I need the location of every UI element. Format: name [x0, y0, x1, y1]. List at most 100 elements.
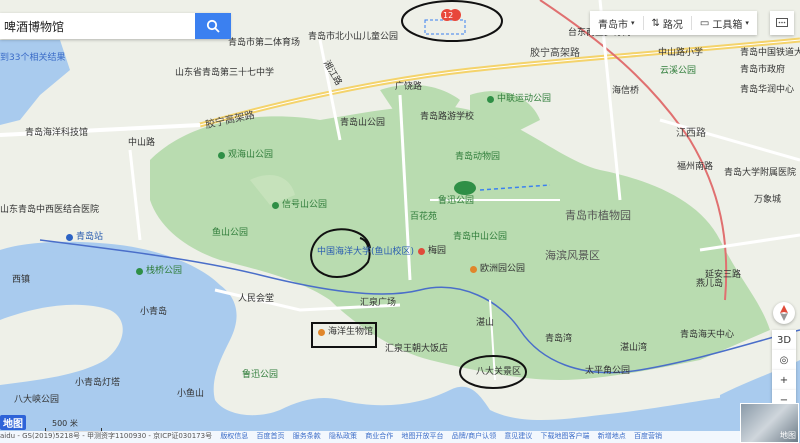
poi-baihua-garden[interactable]: 百花苑 [410, 212, 437, 223]
road-yanan-3: 延安三路 [705, 270, 742, 280]
place-qingdao-bay: 青岛湾 [545, 334, 573, 344]
poi-zoo[interactable]: 青岛动物园 [455, 152, 500, 163]
city-label: 青岛市 [598, 19, 628, 31]
poi-qingdao-park[interactable]: 青岛山公园 [340, 118, 385, 129]
map-type-label: 地图 [780, 431, 796, 440]
poi-taiping-park[interactable]: 太平角公园 [585, 366, 630, 377]
zoom-in-button[interactable]: + [772, 370, 796, 390]
footer-link-brand[interactable]: 品牌/商户认领 [452, 432, 496, 440]
copyright-text: aidu - GS(2019)5218号 - 甲测资字1100930 - 京IC… [0, 432, 213, 440]
baidu-map-logo[interactable]: 地图 [0, 415, 26, 430]
poi-oujia-park[interactable]: 欧洲园公园 [480, 264, 525, 275]
poi-qingdao-station[interactable]: 青岛站 [76, 232, 103, 243]
traffic-icon: ⇅ [651, 17, 660, 29]
search-input[interactable] [0, 18, 212, 34]
poi-badayu-park[interactable]: 八大峡公园 [14, 395, 59, 406]
poi-botanical-garden[interactable]: 青岛市植物园 [565, 210, 631, 221]
poi-plum-garden[interactable]: 梅园 [428, 246, 446, 257]
place-zhanshan-bay: 湛山湾 [620, 343, 648, 353]
tools-label: 工具箱 [712, 19, 743, 31]
footer-link-terms[interactable]: 服务条款 [293, 432, 321, 440]
poi-school-2[interactable]: 青岛市第二体育场 [228, 38, 300, 49]
poi-school-37[interactable]: 山东省青岛第三十七中学 [175, 68, 274, 79]
compass-icon [780, 305, 788, 321]
poi-pin-zhanqiao[interactable] [136, 268, 143, 275]
footer-link-home[interactable]: 百度首页 [257, 432, 285, 440]
city-selector[interactable]: 青岛市 ▾ [590, 11, 643, 35]
poi-huiquan-hotel[interactable]: 汇泉王朝大饭店 [385, 344, 448, 355]
poi-pin-oujia[interactable] [470, 266, 477, 273]
poi-zhanqiao-park[interactable]: 栈桥公园 [146, 266, 182, 277]
footer-link-open-platform[interactable]: 地图开放平台 [401, 432, 443, 440]
poi-shandong-school[interactable]: 山东青岛中西医结合医院 [0, 205, 99, 216]
chevron-down-icon: ▾ [631, 19, 635, 27]
locate-button[interactable]: ◎ [772, 350, 796, 370]
poi-xiaoyushan[interactable]: 小鱼山 [177, 389, 204, 400]
place-xiao-qingdao: 小青岛 [140, 307, 168, 317]
poi-right-park[interactable]: 青岛华润中心 [740, 85, 794, 96]
poi-zhongshan-park[interactable]: 青岛中山公园 [453, 232, 507, 243]
poi-pin-guanhai[interactable] [218, 152, 225, 159]
poi-pin-station[interactable] [66, 234, 73, 241]
poi-zhongshan-school[interactable]: 中山路小学 [658, 48, 703, 59]
footer-link-privacy[interactable]: 隐私政策 [329, 432, 357, 440]
poi-pin-plum[interactable] [418, 248, 425, 255]
traffic-button[interactable]: ⇅ 路况 [644, 11, 691, 35]
poi-shinan-hall[interactable]: 青岛市政府 [740, 65, 785, 76]
poi-xinhao-park[interactable]: 信号山公园 [282, 200, 327, 211]
message-icon [776, 17, 788, 27]
place-xiyuan: 西镇 [12, 275, 31, 285]
road-jiaoning-right: 胶宁高架路 [530, 48, 580, 59]
message-button[interactable] [770, 11, 794, 35]
view-3d-button[interactable]: 3D [772, 330, 796, 350]
poi-yushan-park[interactable]: 鱼山公园 [212, 228, 248, 239]
search-result-marker[interactable]: 12 [443, 10, 453, 21]
footer-link-download[interactable]: 下载地图客户端 [541, 432, 590, 440]
poi-badaguan[interactable]: 八大关景区 [476, 367, 521, 378]
poi-guanhai-park[interactable]: 观海山公园 [228, 150, 273, 161]
footer-link-feedback[interactable]: 意见建议 [504, 432, 532, 440]
search-button[interactable] [195, 13, 231, 39]
place-bay-label: 小青岛灯塔 [75, 378, 121, 388]
poi-luxun-park[interactable]: 鲁迅公园 [242, 370, 278, 381]
footer-link-marketing[interactable]: 百度营销 [634, 432, 662, 440]
poi-peoples-hall[interactable]: 人民会堂 [238, 294, 274, 305]
plus-icon: + [779, 374, 789, 386]
road-fuzhou: 福州南路 [677, 162, 714, 172]
poi-haibin-scenic[interactable]: 海滨风景区 [545, 250, 600, 261]
poi-pin-xinhao[interactable] [272, 202, 279, 209]
tools-button[interactable]: ▭ 工具箱 ▾ [692, 11, 757, 35]
search-icon [206, 19, 220, 33]
footer-link-business[interactable]: 商业合作 [365, 432, 393, 440]
footer-bar: aidu - GS(2019)5218号 - 甲测资字1100930 - 京IC… [0, 431, 740, 443]
poi-ocean-university[interactable]: 中国海洋大学(鱼山校区) [317, 247, 414, 258]
poi-hotel[interactable]: 青岛中国铁道大厦 [740, 48, 800, 59]
road-zhongshan: 中山路 [128, 138, 156, 148]
result-count-link[interactable]: 到33个相关结果 [0, 50, 65, 63]
poi-qingdao-school[interactable]: 青岛路游学校 [420, 112, 474, 123]
poi-huiquan-square[interactable]: 汇泉广场 [360, 298, 396, 309]
traffic-label: 路况 [662, 19, 683, 31]
map-toolbar: 青岛市 ▾ ⇅ 路况 ▭ 工具箱 ▾ [590, 11, 757, 35]
poi-right-tax[interactable]: 万象城 [754, 195, 781, 206]
footer-link-copyright[interactable]: 版权信息 [220, 432, 248, 440]
street-view-thumbnail[interactable]: 地图 [740, 403, 799, 443]
poi-hospital[interactable]: 青岛大学附属医院 [724, 168, 796, 179]
toolbox-icon: ▭ [699, 17, 710, 29]
poi-right-hall[interactable]: 青岛海天中心 [680, 330, 734, 341]
place-zhongshan: 湛山 [476, 318, 495, 328]
road-jiangxi: 江西路 [676, 128, 706, 139]
poi-pin-ocean-museum[interactable] [318, 329, 325, 336]
poi-haixin: 海信桥 [612, 86, 640, 96]
poi-pin-zhongjiao[interactable] [487, 96, 494, 103]
poi-ocean-museum[interactable]: 海洋生物馆 [328, 327, 373, 338]
footer-link-add-place[interactable]: 新增地点 [598, 432, 626, 440]
poi-zhongjiao-park[interactable]: 中联运动公园 [497, 94, 551, 105]
poi-kids-park[interactable]: 青岛市北小山儿童公园 [308, 32, 398, 43]
road-guanrao: 广饶路 [395, 82, 423, 92]
compass-button[interactable] [773, 302, 795, 324]
chevron-down-icon: ▾ [745, 19, 749, 27]
poi-yunxi-park[interactable]: 云溪公园 [660, 66, 696, 77]
poi-harbor[interactable]: 青岛海洋科技馆 [25, 128, 88, 139]
poi-luxun-garden[interactable]: 鲁迅公园 [438, 196, 474, 207]
